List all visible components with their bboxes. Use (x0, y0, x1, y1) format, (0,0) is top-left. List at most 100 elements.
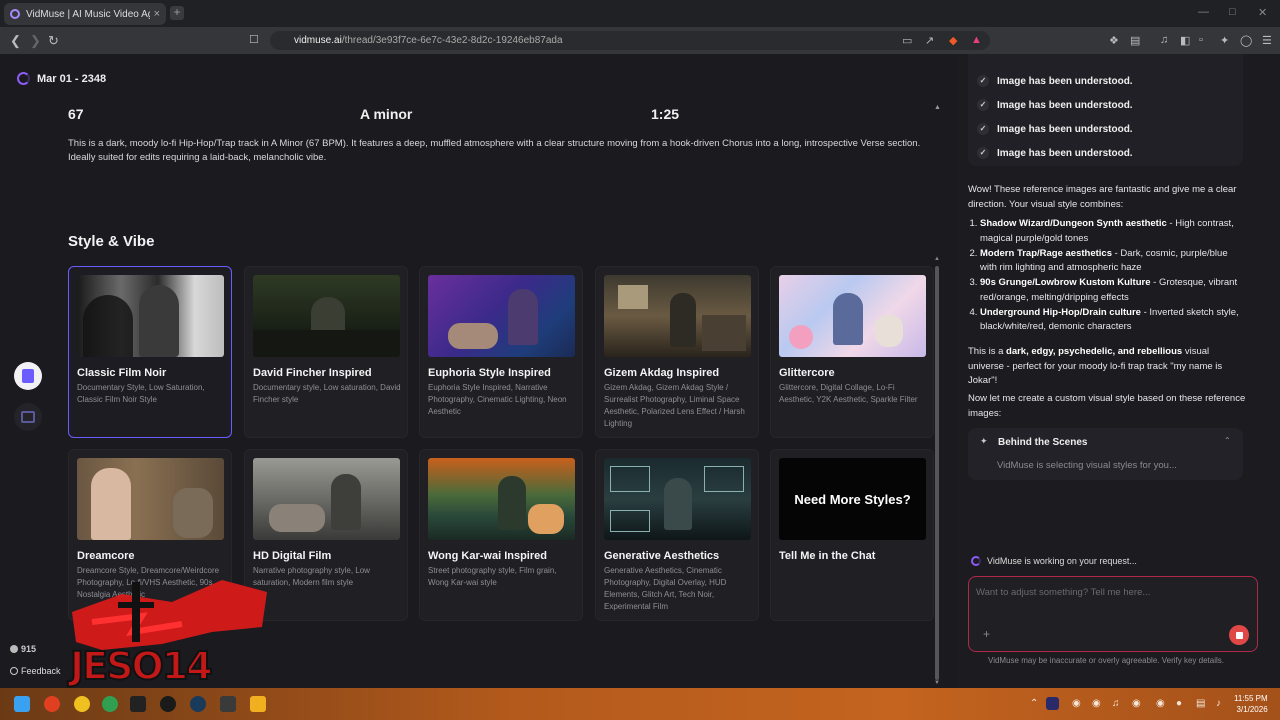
working-status: VidMuse is working on your request... (971, 556, 1137, 566)
app-icon[interactable] (220, 696, 236, 712)
check-icon: ✓ (977, 123, 989, 135)
clock[interactable]: 11:55 PM 3/1/2026 (1234, 693, 1268, 715)
style-card-generative-aesthetics[interactable]: Generative Aesthetics Generative Aesthet… (595, 449, 759, 621)
tab-search-icon[interactable]: ▤ (1130, 34, 1140, 47)
feedback-icon (10, 667, 18, 675)
share-icon[interactable]: ↗ (925, 34, 934, 47)
maximize-icon[interactable]: □ (1229, 6, 1236, 18)
style-name: Glittercore (779, 367, 835, 379)
understood-item: ✓ Image has been understood. (977, 147, 1133, 159)
chevron-up-icon[interactable]: ⌃ (1224, 436, 1231, 445)
vpn-shield-icon[interactable]: ◯ (1240, 34, 1252, 47)
style-card-gizem-akdag[interactable]: Gizem Akdag Inspired Gizem Akdag, Gizem … (595, 266, 759, 438)
tray-chevron-icon[interactable]: ⌃ (1030, 698, 1038, 709)
document-button[interactable] (14, 362, 42, 390)
screen-icon[interactable]: ▭ (902, 34, 912, 47)
chrome-icon[interactable] (102, 696, 118, 712)
style-card-more-styles[interactable]: Need More Styles? Tell Me in the Chat (770, 449, 934, 621)
understood-text: Image has been understood. (997, 75, 1133, 87)
behind-the-scenes-title: Behind the Scenes (998, 437, 1088, 448)
style-tags: Gizem Akdag, Gizem Akdag Style / Surreal… (604, 383, 745, 428)
voice-app-icon[interactable] (130, 696, 146, 712)
tray-icon[interactable]: ◉ (1156, 698, 1165, 709)
reload-icon[interactable]: ↻ (48, 33, 59, 49)
style-tags: Euphoria Style Inspired, Narrative Photo… (428, 383, 567, 416)
new-tab-button[interactable]: + (170, 6, 184, 20)
brave-icon[interactable] (44, 696, 60, 712)
style-tags: Glittercore, Digital Collage, Lo-Fi Aest… (779, 383, 918, 404)
style-name: Euphoria Style Inspired (428, 367, 551, 379)
minimize-icon[interactable]: — (1198, 6, 1209, 18)
style-name: Dreamcore (77, 550, 135, 562)
behind-the-scenes-status: VidMuse is selecting visual styles for y… (997, 460, 1177, 471)
scroll-down-icon[interactable]: ▼ (934, 680, 940, 686)
close-window-icon[interactable]: ✕ (1258, 6, 1267, 19)
thread-header: Mar 01 - 2348 (17, 72, 106, 85)
scroll-up-icon[interactable]: ▲ (934, 256, 940, 262)
network-icon[interactable]: ▤ (1196, 698, 1205, 709)
understood-text: Image has been understood. (997, 147, 1133, 159)
start-icon[interactable] (14, 696, 30, 712)
address-bar[interactable]: vidmuse.ai/thread/3e93f7ce-6e7c-43e2-8d2… (270, 31, 990, 50)
file-explorer-icon[interactable] (250, 696, 266, 712)
feedback-button[interactable]: Feedback (10, 666, 61, 676)
brave-shield-icon[interactable]: ◆ (949, 34, 957, 47)
credits-badge[interactable]: 915 (10, 644, 36, 654)
back-icon[interactable]: ❮ (10, 33, 21, 49)
browser-tab-bar: VidMuse | AI Music Video Agent × + — □ ✕ (0, 0, 1280, 27)
style-section-title: Style & Vibe (68, 233, 155, 250)
style-point: Underground Hip-Hop/Drain culture - Inve… (980, 306, 1246, 335)
style-card-david-fincher[interactable]: David Fincher Inspired Documentary style… (244, 266, 408, 438)
volume-icon[interactable]: ♪ (1216, 698, 1221, 709)
music-icon[interactable]: ♫ (1160, 34, 1168, 46)
chat-input[interactable]: Want to adjust something? Tell me here..… (976, 587, 1150, 598)
collapse-arrow-icon[interactable]: ▲ (934, 104, 941, 111)
forward-icon[interactable]: ❯ (30, 33, 41, 49)
understood-text: Image has been understood. (997, 123, 1133, 135)
microphone-icon[interactable]: ● (1176, 698, 1182, 709)
style-card-classic-film-noir[interactable]: Classic Film Noir Documentary Style, Low… (68, 266, 232, 438)
stop-button[interactable] (1229, 625, 1249, 645)
style-card-euphoria[interactable]: Euphoria Style Inspired Euphoria Style I… (419, 266, 583, 438)
tray-icon[interactable]: ◉ (1072, 698, 1081, 709)
style-card-glittercore[interactable]: Glittercore Glittercore, Digital Collage… (770, 266, 934, 438)
ai-star-icon[interactable]: ✦ (1220, 34, 1229, 47)
sidebar-toggle-icon[interactable]: ◧ (1180, 34, 1190, 47)
vidmuse-favicon-icon (10, 9, 20, 19)
style-points-list: Shadow Wizard/Dungeon Synth aesthetic - … (968, 217, 1246, 335)
style-thumbnail (604, 275, 751, 357)
scrollbar[interactable] (935, 266, 939, 680)
track-bpm: 67 (68, 106, 84, 122)
style-name: Generative Aesthetics (604, 550, 720, 562)
tray-icon[interactable]: ◉ (1132, 698, 1141, 709)
chat-summary: This is a dark, edgy, psychedelic, and r… (968, 346, 1223, 386)
tray-app-icon[interactable] (1046, 697, 1059, 710)
spinner-icon (971, 556, 981, 566)
headset-icon[interactable]: ♫ (1112, 698, 1120, 709)
steam-icon[interactable] (190, 696, 206, 712)
github-icon[interactable] (160, 696, 176, 712)
style-thumbnail (428, 458, 575, 540)
storyboard-button[interactable] (14, 403, 42, 431)
close-tab-icon[interactable]: × (154, 8, 160, 20)
understood-item: ✓ Image has been understood. (977, 99, 1133, 111)
rewards-icon[interactable]: ▲ (971, 34, 982, 46)
notification-app-icon[interactable] (74, 696, 90, 712)
credits-icon (10, 645, 18, 653)
style-name: Tell Me in the Chat (779, 550, 876, 562)
wallet-icon[interactable]: ▫ (1199, 34, 1203, 46)
extensions-icon[interactable]: ❖ (1109, 34, 1119, 47)
add-attachment-icon[interactable]: + (983, 627, 990, 641)
understood-text: Image has been understood. (997, 99, 1133, 111)
menu-icon[interactable]: ☰ (1262, 34, 1272, 47)
browser-tab[interactable]: VidMuse | AI Music Video Agent × (4, 3, 166, 25)
track-key: A minor (360, 106, 413, 122)
bookmark-icon[interactable]: ☐ (249, 33, 259, 46)
steam-tray-icon[interactable]: ◉ (1092, 698, 1101, 709)
style-thumbnail (428, 275, 575, 357)
style-card-wong-kar-wai[interactable]: Wong Kar-wai Inspired Street photography… (419, 449, 583, 621)
check-icon: ✓ (977, 147, 989, 159)
chat-input-box[interactable]: Want to adjust something? Tell me here..… (968, 576, 1258, 652)
behind-the-scenes-panel[interactable]: ✦ Behind the Scenes ⌃ VidMuse is selecti… (968, 428, 1243, 480)
storyboard-icon (21, 411, 35, 423)
